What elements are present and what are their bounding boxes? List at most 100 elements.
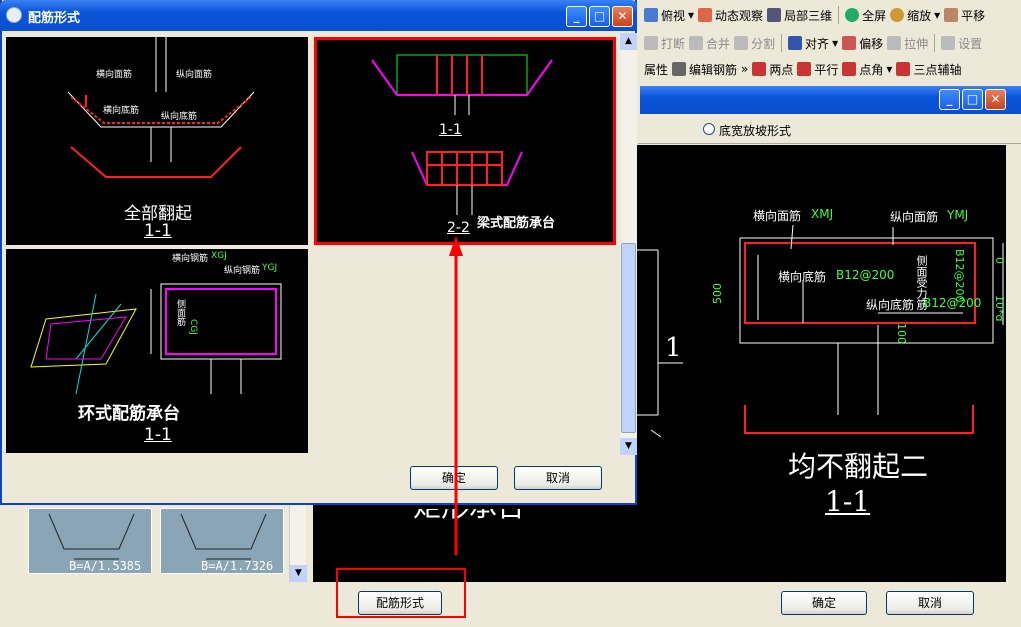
preview-dim-100: 100 — [895, 323, 908, 344]
preview-section: 1-1 — [825, 485, 871, 518]
toolbar-row-1: 俯视 ▾ 动态观察 局部三维 全屏 缩放 ▾ 平移 — [640, 2, 1021, 28]
slope-radio[interactable] — [703, 123, 715, 135]
more-chevron-icon[interactable]: » — [741, 62, 748, 76]
local3d-button[interactable]: 局部三维 — [767, 7, 832, 24]
pencil-icon — [672, 62, 687, 76]
settings-icon — [941, 36, 956, 50]
bg-ok-button[interactable]: 确定 — [781, 591, 867, 615]
offset-icon — [842, 36, 857, 50]
rebar-grid: 横向面筋 纵向面筋 横向底筋 纵向底筋 全部翻起 1-1 1-1 梁式配筋承台 … — [4, 33, 620, 455]
thumb-2-formula: B=A/1.7326 — [201, 559, 274, 573]
view-button[interactable]: 俯视 ▾ — [644, 7, 694, 24]
all-up-xdj-label: 横向底筋 — [103, 106, 140, 116]
settings-button[interactable]: 设置 — [941, 35, 982, 52]
merge-icon — [689, 36, 704, 50]
parallel-icon — [797, 62, 812, 76]
beam-caption: 梁式配筋承台 — [477, 216, 556, 231]
edit-rebar-button[interactable]: 编辑钢筋 — [672, 61, 737, 78]
bg-dialog-options: 底宽放坡形式 — [638, 114, 1021, 144]
fullscreen-button[interactable]: 全屏 — [845, 7, 886, 24]
all-up-xmj-label: 横向面筋 — [96, 70, 133, 80]
all-up-ydj-label: 纵向底筋 — [161, 112, 198, 122]
magnifier-icon — [890, 8, 905, 22]
scroll-thumb[interactable] — [621, 243, 636, 433]
split-icon — [734, 36, 749, 50]
ring-section: 1-1 — [144, 425, 172, 445]
dialog-title: 配筋形式 — [28, 11, 81, 26]
beam-section-bottom: 2-2 — [447, 220, 470, 236]
rebar-option-all-up[interactable]: 横向面筋 纵向面筋 横向底筋 纵向底筋 全部翻起 1-1 — [6, 37, 308, 245]
stretch-icon — [887, 36, 902, 50]
dialog-maximize-button[interactable]: □ — [589, 6, 610, 27]
preview-dim-500: 500 — [711, 283, 724, 304]
dialog-close-button[interactable]: ✕ — [612, 6, 633, 27]
ring-side-label: 侧面筋 — [175, 299, 185, 326]
thumb-1[interactable]: B=A/1.5385 — [28, 508, 152, 574]
zoom-button[interactable]: 缩放 ▾ — [890, 7, 940, 24]
scroll-up-icon[interactable]: ▲ — [620, 33, 637, 50]
rebar-option-beam[interactable]: 1-1 梁式配筋承台 2-2 — [314, 37, 616, 245]
bg-cancel-button[interactable]: 取消 — [886, 591, 974, 615]
stretch-button[interactable]: 拉伸 — [887, 35, 928, 52]
toolbar-row-2: 打断 合并 分割 对齐 ▾ 偏移 拉伸 设置 — [640, 30, 1021, 56]
app-icon — [6, 7, 22, 23]
view-icon — [644, 8, 658, 22]
toolbar-separator — [838, 6, 840, 24]
maximize-button[interactable]: □ — [962, 89, 983, 110]
zoom-extents-icon — [845, 8, 860, 22]
scroll-down-icon[interactable]: ▼ — [620, 438, 637, 455]
dialog-minimize-button[interactable]: _ — [566, 6, 587, 27]
dialog-ok-button[interactable]: 确定 — [410, 466, 498, 490]
preview-title: 均不翻起二 — [788, 450, 929, 483]
rebar-button-highlight — [336, 568, 466, 618]
pan-button[interactable]: 平移 — [944, 7, 985, 24]
thumb-1-formula: B=A/1.5385 — [69, 559, 142, 573]
beam-section-top: 1-1 — [439, 122, 462, 138]
minimize-button[interactable]: _ — [939, 89, 960, 110]
orbit-icon — [698, 8, 713, 22]
beam-drawing — [371, 54, 553, 215]
toolbar-row-3: 属性 编辑钢筋 » 两点 平行 点角 ▾ 三点辅轴 — [640, 56, 1021, 82]
scroll-down-icon[interactable]: ▼ — [290, 565, 307, 582]
rebar-form-dialog: 配筋形式 _ □ ✕ 横向面筋 纵向面筋 横向底筋 纵向底筋 全部翻起 1-1 — [0, 0, 637, 505]
ring-xgj-code: XGJ — [211, 251, 227, 261]
three-point-axis-button[interactable]: 三点辅轴 — [896, 61, 961, 78]
merge-button[interactable]: 合并 — [689, 35, 730, 52]
preview-dim-10d: 10*d — [993, 295, 1006, 322]
dialog-titlebar: 配筋形式 _ □ ✕ — [0, 0, 637, 31]
slope-radio-label: 底宽放坡形式 — [719, 124, 792, 138]
all-up-ymj-label: 纵向面筋 — [176, 70, 213, 80]
orbit-button[interactable]: 动态观察 — [698, 7, 763, 24]
toolbar-separator — [781, 34, 783, 52]
properties-button[interactable]: 属性 — [644, 61, 668, 78]
bg-dialog-footer: 配筋形式 确定 取消 — [18, 582, 1021, 627]
preview-xdj-label: 横向底筋 — [778, 270, 827, 284]
parallel-button[interactable]: 平行 — [797, 61, 838, 78]
split-button[interactable]: 分割 — [734, 35, 775, 52]
preview-side-label: 侧面受力筋 — [915, 255, 928, 310]
thumbs-panel: B=A/1.5385 B=A/1.7326 ▼ — [18, 500, 308, 582]
break-icon — [644, 36, 658, 50]
close-button[interactable]: ✕ — [985, 89, 1006, 110]
all-up-section: 1-1 — [144, 221, 172, 241]
two-point-button[interactable]: 两点 — [752, 61, 793, 78]
angle-icon — [842, 62, 857, 76]
dialog-cancel-button[interactable]: 取消 — [514, 466, 602, 490]
thumbs-scrollbar[interactable]: ▼ — [289, 500, 307, 582]
ring-ygj-label: 纵向钢筋 — [224, 266, 261, 276]
preview-ydj-label: 纵向底筋 — [866, 298, 915, 312]
preview-side-code: B12@200 — [953, 249, 966, 303]
break-button[interactable]: 打断 — [644, 35, 685, 52]
preview-xdj-code: B12@200 — [836, 268, 895, 282]
rebar-option-ring[interactable]: 横向钢筋 XGJ 纵向钢筋 YGJ 侧面筋 CGJ 环式配筋承台 1-1 — [6, 249, 308, 453]
axis-icon — [896, 62, 911, 76]
hand-icon — [944, 8, 959, 22]
dialog-scrollbar[interactable]: ▲ ▼ — [620, 33, 637, 455]
preview-dim-0: 0 — [993, 257, 1006, 264]
offset-button[interactable]: 偏移 — [842, 35, 883, 52]
thumb-2[interactable]: B=A/1.7326 — [160, 508, 284, 574]
align-button[interactable]: 对齐 ▾ — [788, 35, 838, 52]
point-angle-button[interactable]: 点角 ▾ — [842, 61, 892, 78]
preview-ymj-label: 纵向面筋 — [890, 210, 939, 224]
cube-icon — [767, 8, 782, 22]
